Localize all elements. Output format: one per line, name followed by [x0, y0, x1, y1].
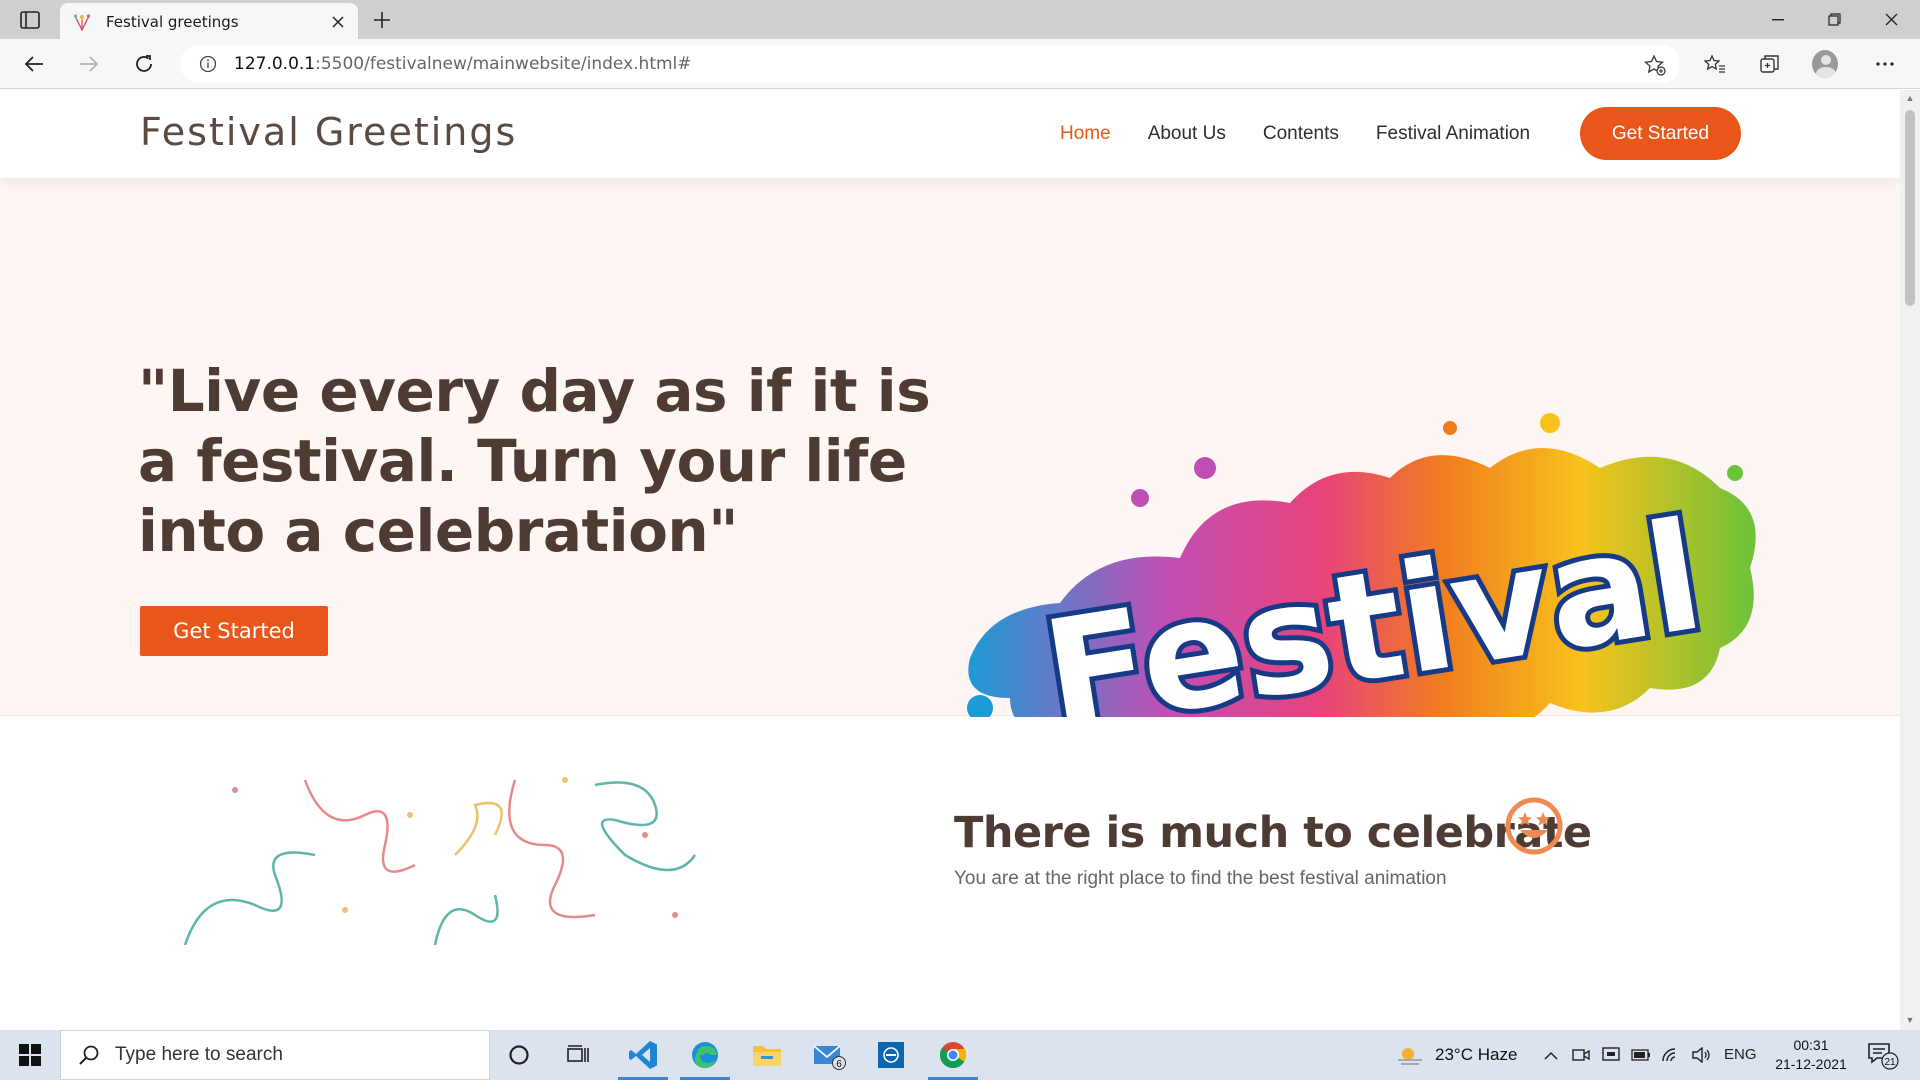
url-host: 127.0.0.1 [234, 54, 316, 74]
collections-icon[interactable] [1757, 51, 1783, 77]
scroll-thumb[interactable] [1905, 110, 1915, 306]
sun-haze-icon [1398, 1048, 1422, 1065]
windows-start-icon[interactable] [0, 1030, 60, 1080]
show-hidden-icons-icon[interactable] [1540, 1045, 1562, 1065]
mail-app-icon[interactable]: 6 [800, 1030, 858, 1080]
weather-widget[interactable]: 23°C Haze [1395, 1043, 1517, 1067]
chrome-app-icon[interactable] [924, 1030, 982, 1080]
site-header: Festival Greetings Home About Us Content… [0, 90, 1900, 178]
section-subtitle: You are at the right place to find the b… [954, 868, 1447, 889]
task-view-icon[interactable] [550, 1030, 608, 1080]
tab-title: Festival greetings [106, 12, 239, 31]
url-text: 127.0.0.1:5500/festivalnew/mainwebsite/i… [234, 54, 692, 74]
confetti-illustration [183, 777, 697, 945]
more-menu-icon[interactable] [1872, 51, 1898, 77]
browser-toolbar: 127.0.0.1:5500/festivalnew/mainwebsite/i… [0, 39, 1920, 89]
hero-quote: "Live every day as if it is a festival. … [138, 357, 931, 565]
main-nav: Home About Us Contents Festival Animatio… [1060, 90, 1567, 178]
cortana-icon[interactable] [490, 1030, 548, 1080]
scroll-up-arrow-icon[interactable]: ▲ [1904, 93, 1916, 105]
fireworks-favicon-icon [73, 13, 91, 31]
nav-about-us[interactable]: About Us [1148, 123, 1226, 145]
edge-app-icon[interactable] [676, 1030, 734, 1080]
search-placeholder: Type here to search [115, 1044, 283, 1065]
site-logo[interactable]: Festival Greetings [140, 110, 517, 154]
clock-date: 21-12-2021 [1775, 1056, 1847, 1072]
section-title: There is much to celebrate [954, 808, 1592, 858]
tab-actions-icon[interactable] [16, 8, 44, 32]
profile-avatar-icon[interactable] [1812, 50, 1838, 78]
nav-get-started-button[interactable]: Get Started [1580, 107, 1741, 160]
favorites-icon[interactable] [1702, 51, 1728, 77]
taskbar-search-box[interactable]: Type here to search [60, 1030, 490, 1080]
wifi-icon[interactable] [1660, 1045, 1682, 1065]
minimize-icon[interactable] [1749, 0, 1806, 39]
battery-icon[interactable] [1630, 1045, 1652, 1065]
mail-badge: 6 [836, 1059, 842, 1070]
search-icon [79, 1045, 99, 1065]
hero-get-started-button[interactable]: Get Started [140, 606, 328, 656]
meet-now-icon[interactable] [1570, 1045, 1592, 1065]
system-clock[interactable]: 00:31 21-12-2021 [1768, 1036, 1854, 1074]
restore-icon[interactable] [1806, 0, 1863, 39]
add-favorite-icon[interactable] [1644, 54, 1666, 76]
nav-home[interactable]: Home [1060, 123, 1111, 145]
windows-taskbar: Type here to search 6 23°C Haze ENG 00:3… [0, 1030, 1920, 1080]
back-arrow-icon[interactable] [18, 48, 50, 80]
nav-contents[interactable]: Contents [1263, 123, 1339, 145]
nav-festival-animation[interactable]: Festival Animation [1376, 123, 1530, 145]
new-tab-icon[interactable] [368, 6, 396, 34]
page-scrollbar[interactable]: ▲ ▼ [1900, 90, 1920, 1030]
scroll-down-arrow-icon[interactable]: ▼ [1904, 1015, 1916, 1027]
browser-tab[interactable]: Festival greetings [60, 3, 358, 40]
volume-icon[interactable] [1690, 1045, 1712, 1065]
forward-arrow-icon[interactable] [73, 48, 105, 80]
address-bar[interactable]: 127.0.0.1:5500/festivalnew/mainwebsite/i… [180, 45, 1680, 83]
weather-text: 23°C Haze [1435, 1045, 1518, 1064]
clock-time: 00:31 [1793, 1037, 1829, 1053]
device-icon[interactable] [1600, 1045, 1622, 1065]
close-window-icon[interactable] [1863, 0, 1920, 39]
close-tab-icon[interactable] [328, 12, 348, 32]
star-eyes-smiley-icon [1505, 797, 1563, 855]
file-explorer-icon[interactable] [738, 1030, 796, 1080]
url-path: :5500/festivalnew/mainwebsite/index.html… [315, 54, 692, 74]
notification-center-icon[interactable]: 21 [1866, 1040, 1900, 1070]
refresh-icon[interactable] [128, 48, 160, 80]
browser-tab-bar: Festival greetings [0, 0, 1920, 40]
vscode-app-icon[interactable] [614, 1030, 672, 1080]
language-indicator[interactable]: ENG [1724, 1046, 1757, 1063]
notification-badge: 21 [1884, 1057, 1896, 1068]
dell-app-icon[interactable] [862, 1030, 920, 1080]
site-info-icon[interactable] [198, 54, 218, 74]
